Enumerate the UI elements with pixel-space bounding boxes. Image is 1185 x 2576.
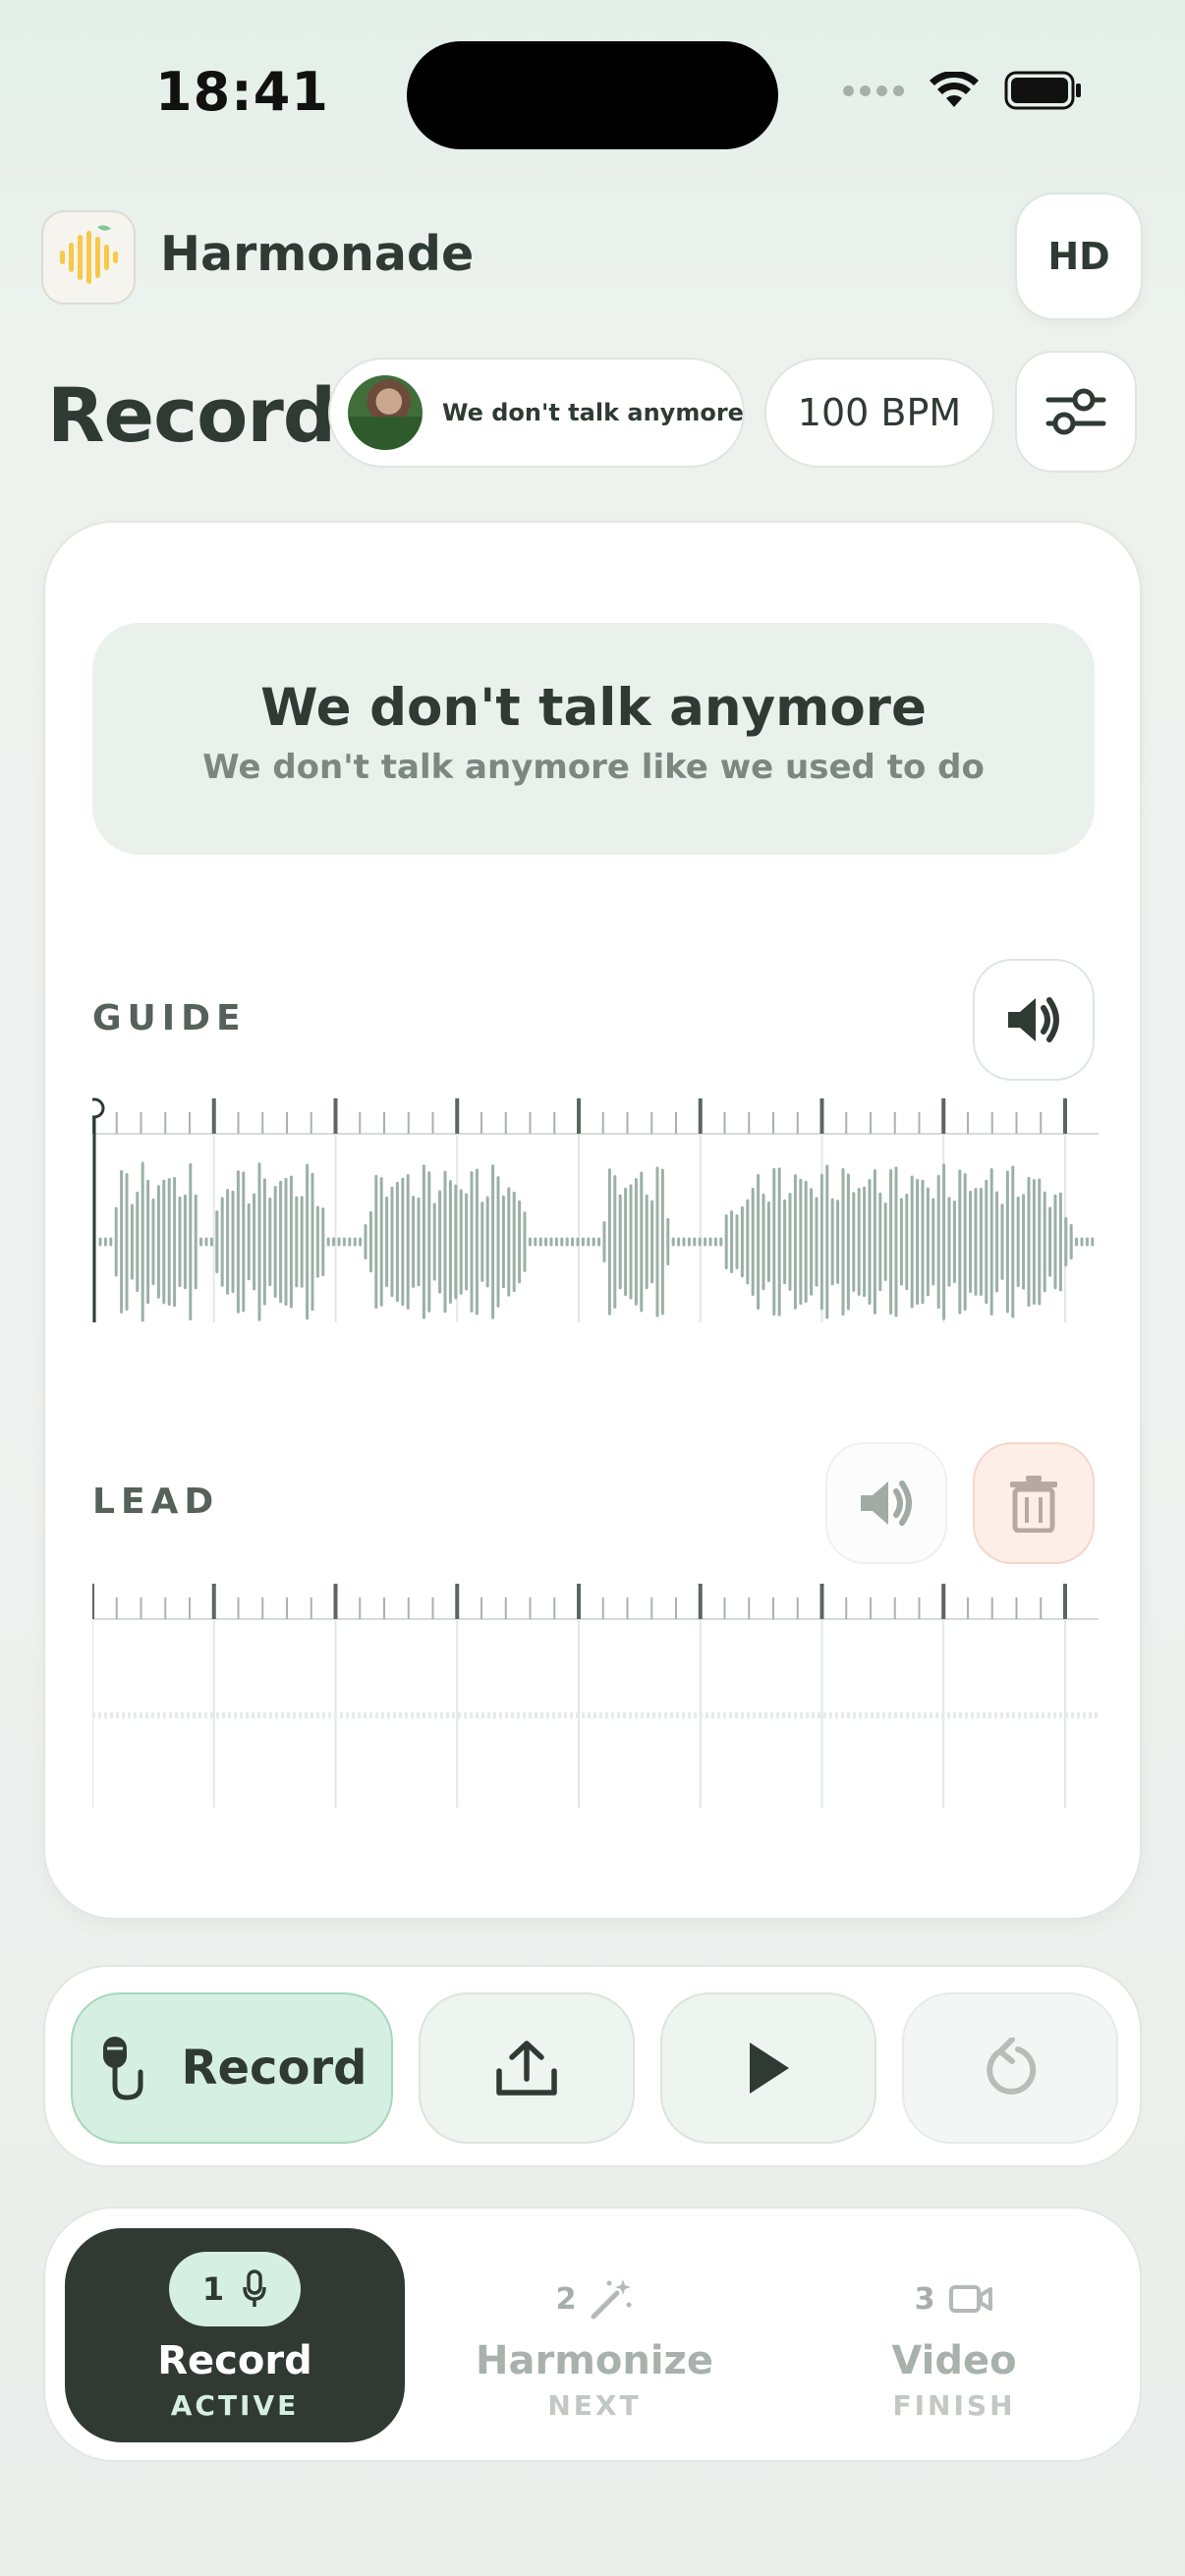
lyrics-title: We don't talk anymore — [260, 678, 927, 738]
sliders-icon — [1045, 388, 1106, 435]
step-video-title: Video — [891, 2338, 1017, 2383]
recording-card: We don't talk anymore We don't talk anym… — [43, 521, 1142, 1920]
microphone-icon — [102, 2037, 142, 2100]
step-video-badge: 3 — [784, 2271, 1124, 2326]
video-camera-icon — [949, 2285, 993, 2313]
guide-waveform[interactable] — [92, 1094, 1099, 1326]
lead-waveform[interactable] — [92, 1580, 1099, 1812]
app-name: Harmonade — [160, 226, 475, 282]
controls-bar: Record — [43, 1965, 1142, 2167]
battery-icon — [1004, 71, 1081, 110]
settings-button[interactable] — [1015, 351, 1137, 473]
step-harmonize-status: NEXT — [547, 2389, 642, 2422]
step-record-status: ACTIVE — [170, 2389, 300, 2422]
dynamic-island — [407, 41, 778, 149]
bar-tick — [333, 1584, 338, 1619]
speaker-icon — [1008, 997, 1059, 1042]
step-video[interactable]: 3 Video FINISH — [784, 2228, 1124, 2442]
step-record[interactable]: 1 Record ACTIVE — [65, 2228, 405, 2442]
bar-tick — [211, 1098, 216, 1134]
step-harmonize[interactable]: 2 Harmonize NEXT — [424, 2228, 764, 2442]
trash-icon — [1010, 1476, 1057, 1533]
bar-tick — [1063, 1584, 1067, 1619]
bar-tick — [941, 1098, 946, 1134]
playhead-handle — [92, 1097, 105, 1119]
song-selector-label: We don't talk anymore — [442, 399, 744, 426]
lead-delete-button[interactable] — [973, 1442, 1095, 1564]
step-navigation: 1 Record ACTIVE 2 Harmonize NEXT 3 Video… — [43, 2207, 1142, 2462]
step-record-badge: 1 — [169, 2252, 301, 2326]
bar-tick — [941, 1584, 946, 1619]
status-time: 18:41 — [155, 61, 329, 123]
status-icons — [843, 71, 1083, 110]
lead-volume-button[interactable] — [825, 1442, 947, 1564]
step-video-number: 3 — [914, 2281, 935, 2317]
bar-tick — [455, 1584, 460, 1619]
step-video-status: FINISH — [892, 2389, 1016, 2422]
microphone-icon — [243, 2269, 266, 2307]
hd-toggle-button[interactable]: HD — [1015, 193, 1143, 320]
step-record-title: Record — [157, 2338, 312, 2383]
upload-button[interactable] — [419, 1992, 635, 2144]
page-title: Record — [47, 371, 336, 459]
lead-track-label: LEAD — [92, 1482, 220, 1522]
bar-tick — [577, 1584, 581, 1619]
cellular-signal-icon — [843, 84, 904, 96]
bpm-button[interactable]: 100 BPM — [764, 358, 994, 468]
step-harmonize-title: Harmonize — [476, 2338, 713, 2383]
guide-track-label: GUIDE — [92, 998, 247, 1038]
step-record-number: 1 — [201, 2270, 225, 2308]
bar-tick — [819, 1098, 824, 1134]
reset-button[interactable] — [902, 1992, 1118, 2144]
rotate-left-icon — [987, 2038, 1037, 2095]
bar-tick — [92, 1584, 94, 1619]
step-harmonize-badge: 2 — [424, 2271, 764, 2326]
bar-tick — [577, 1098, 581, 1134]
upload-icon — [496, 2041, 557, 2096]
bar-tick — [819, 1584, 824, 1619]
lyrics-panel: We don't talk anymore We don't talk anym… — [92, 623, 1095, 855]
bar-tick — [455, 1098, 460, 1134]
play-icon — [750, 2043, 789, 2094]
play-button[interactable] — [660, 1992, 876, 2144]
step-harmonize-number: 2 — [555, 2281, 577, 2317]
bar-tick — [211, 1584, 216, 1619]
waveform-logo-icon — [60, 225, 118, 284]
speaker-icon — [861, 1481, 912, 1526]
app-logo — [41, 210, 136, 305]
wifi-icon — [930, 72, 979, 107]
record-button-label: Record — [181, 2041, 367, 2096]
lyrics-line: We don't talk anymore like we used to do — [202, 748, 985, 787]
guide-volume-button[interactable] — [973, 959, 1095, 1081]
status-bar: 18:41 — [0, 0, 1185, 187]
artist-avatar — [348, 375, 423, 450]
song-selector-button[interactable]: We don't talk anymore — [328, 358, 745, 468]
bar-tick — [1063, 1098, 1067, 1134]
bar-tick — [698, 1098, 703, 1134]
record-button[interactable]: Record — [71, 1992, 393, 2144]
magic-wand-icon — [591, 2279, 632, 2320]
bar-tick — [333, 1098, 338, 1134]
bar-tick — [698, 1584, 703, 1619]
